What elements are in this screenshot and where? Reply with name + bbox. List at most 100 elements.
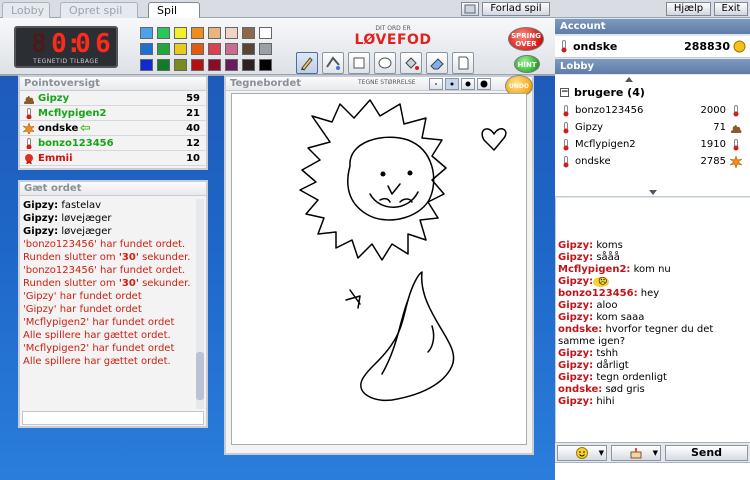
color-swatch[interactable]	[157, 27, 170, 39]
chevron-down-icon: ▼	[652, 449, 658, 457]
leave-game-button[interactable]: Forlad spil	[482, 2, 550, 16]
chat-line: Gipzy: sååå	[558, 252, 620, 263]
rectangle-tool[interactable]	[348, 52, 370, 74]
lobby-user-name: Gipzy	[575, 122, 604, 133]
skip-button[interactable]: SPRING OVER	[508, 27, 544, 51]
color-swatch[interactable]	[242, 27, 255, 39]
color-swatch[interactable]	[225, 43, 238, 55]
guess-line: 'bonzo123456' har fundet ordet. Runden s…	[23, 265, 191, 289]
color-swatch[interactable]	[225, 59, 238, 71]
lion-foot	[360, 271, 455, 402]
splat-icon	[23, 123, 34, 134]
lobby-group[interactable]: − brugere (4)	[555, 84, 750, 101]
guess-scrollbar-thumb[interactable]	[196, 352, 204, 400]
color-swatch[interactable]	[191, 43, 204, 55]
color-swatch[interactable]	[174, 27, 187, 39]
fill-tool[interactable]	[400, 52, 422, 74]
window-icon	[464, 4, 476, 14]
scroll-down-arrow-icon[interactable]	[649, 190, 657, 195]
color-swatch[interactable]	[242, 43, 255, 55]
color-palette	[140, 27, 282, 73]
color-swatch[interactable]	[140, 59, 153, 71]
drawing-board-panel: Tegnebordet TEGNE STØRRELSE UNDO	[224, 75, 534, 455]
scroll-up-arrow-icon[interactable]	[625, 77, 633, 82]
ellipse-icon	[378, 57, 392, 69]
tab-spil[interactable]: Spil	[148, 2, 200, 19]
lobby-user-score: 2000	[700, 105, 726, 116]
lobby-user-score: 2785	[700, 156, 726, 167]
help-button[interactable]: Hjælp	[666, 2, 711, 16]
poo-icon	[23, 95, 34, 104]
player-name: Mcflypigen2	[38, 108, 107, 119]
guess-line: Gipzy: løvejæger	[23, 226, 112, 237]
hint-button[interactable]: HINT	[514, 55, 540, 73]
chat-line: Mcflypigen2: kom nu	[558, 264, 671, 275]
tab-opret-spil[interactable]: Opret spil	[60, 2, 138, 18]
emoji-button[interactable]: ▼	[557, 445, 607, 461]
color-swatch[interactable]	[259, 59, 272, 71]
brush-size-4[interactable]	[477, 78, 491, 90]
lobby-user-row[interactable]: bonzo123456 2000	[555, 102, 750, 119]
collapse-icon[interactable]: −	[560, 88, 569, 97]
timer-digit: 0	[75, 29, 91, 59]
ellipse-tool[interactable]	[374, 52, 396, 74]
color-swatch[interactable]	[157, 43, 170, 55]
color-swatch[interactable]	[174, 59, 187, 71]
lobby-header: Lobby	[555, 59, 750, 74]
guess-log: Gipzy: fastelav Gipzy: løvejæger Gipzy: lø…	[23, 199, 195, 409]
color-swatch[interactable]	[208, 43, 221, 55]
lobby-user-list: − brugere (4) bonzo123456 2000 Gipzy 71 Mcfl…	[555, 75, 750, 197]
color-swatch[interactable]	[259, 27, 272, 39]
pencil-tool[interactable]	[296, 52, 318, 74]
lobby-group-label: brugere (4)	[574, 86, 645, 99]
lobby-user-row[interactable]: Gipzy 71	[555, 119, 750, 136]
brush-size-3[interactable]	[461, 78, 475, 90]
fill-icon	[405, 57, 419, 70]
medal-icon	[25, 154, 33, 164]
brush-size-label: TEGNE STØRRELSE	[358, 79, 416, 86]
exit-button[interactable]: Exit	[714, 2, 748, 16]
clear-page-tool[interactable]	[452, 52, 474, 74]
window-icon-button[interactable]	[461, 2, 479, 16]
guess-line: 'Mcflypigen2' har fundet ordet	[23, 317, 175, 328]
eraser-tool[interactable]	[426, 52, 448, 74]
thermometer-icon	[563, 105, 569, 117]
pencil-icon	[301, 57, 313, 71]
chat-log: Gipzy: koms Gipzy: sååå Mcflypigen2: kom n…	[558, 240, 743, 408]
color-swatch[interactable]	[191, 59, 204, 71]
chat-line: Gipzy: koms	[558, 240, 623, 251]
color-swatch[interactable]	[140, 43, 153, 55]
lobby-user-row[interactable]: Mcflypigen2 1910	[555, 136, 750, 153]
lobby-user-row[interactable]: ondske 2785	[555, 153, 750, 170]
page-icon	[458, 56, 469, 70]
guess-input[interactable]	[22, 411, 204, 425]
player-name: bonzo123456	[38, 138, 114, 149]
chat-line: Gipzy: dårligt	[558, 360, 629, 371]
brush-size-1[interactable]	[429, 78, 443, 90]
color-swatch[interactable]	[208, 27, 221, 39]
color-swatch[interactable]	[225, 27, 238, 39]
chat-controls: ▼ ▼ Send	[555, 442, 750, 462]
color-swatch[interactable]	[259, 43, 272, 55]
color-swatch[interactable]	[140, 27, 153, 39]
tab-lobby[interactable]: Lobby	[2, 2, 50, 18]
color-swatch[interactable]	[157, 59, 170, 71]
color-swatch[interactable]	[174, 43, 187, 55]
color-swatch[interactable]	[242, 59, 255, 71]
brush-size-2[interactable]	[445, 78, 459, 90]
cross-doodle	[345, 289, 361, 309]
guess-line: 'Gipzy' har fundet ordet	[23, 304, 142, 315]
guess-line: Alle spillere har gættet ordet.	[23, 330, 171, 341]
color-swatch[interactable]	[208, 59, 221, 71]
line-fill-tool[interactable]	[322, 52, 344, 74]
points-list: Gipzy 59 Mcflypigen2 21 ondske ⇦ 40 bonzo123456…	[20, 91, 206, 166]
gift-button[interactable]: ▼	[611, 445, 661, 461]
color-swatch[interactable]	[191, 27, 204, 39]
chat-line: Gipzy: tshh	[558, 348, 619, 359]
thermometer-icon	[563, 139, 569, 151]
points-row: ondske ⇦ 40	[20, 121, 206, 136]
chat-input[interactable]	[555, 462, 750, 480]
drawing-canvas[interactable]	[231, 93, 527, 445]
tool-buttons	[296, 52, 506, 74]
send-button[interactable]: Send	[665, 445, 748, 461]
